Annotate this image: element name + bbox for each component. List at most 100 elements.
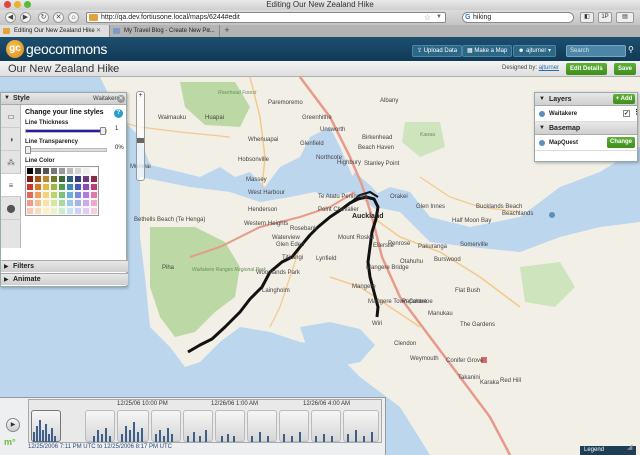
color-swatch[interactable] <box>58 207 66 215</box>
make-map-button[interactable]: ▦ Make a Map <box>462 45 513 57</box>
stop-button[interactable]: ✕ <box>53 12 64 23</box>
collapse-icon[interactable]: ▼ <box>539 93 545 106</box>
collapse-icon[interactable]: ▼ <box>539 122 545 135</box>
thickness-slider[interactable] <box>25 129 107 133</box>
color-swatch[interactable] <box>82 207 90 215</box>
tab-line-style[interactable]: ▭ <box>1 105 21 128</box>
tab-color-style[interactable]: ◑ <box>1 128 21 151</box>
color-swatch[interactable] <box>26 175 34 183</box>
tab-line-width[interactable]: ≡ <box>1 174 21 197</box>
tab-fill-style[interactable]: ⬤ <box>1 197 21 220</box>
layers-header[interactable]: ▼ Layers + Add <box>535 93 637 106</box>
play-icon[interactable]: ▶ <box>6 418 20 432</box>
color-swatch[interactable] <box>66 199 74 207</box>
color-swatch[interactable] <box>50 167 58 175</box>
color-swatch[interactable] <box>50 207 58 215</box>
color-swatch[interactable] <box>34 191 42 199</box>
color-swatch[interactable] <box>50 199 58 207</box>
color-swatch[interactable] <box>42 207 50 215</box>
layer-row[interactable]: Waitakere ✓ ⋮ <box>535 106 640 122</box>
color-swatch[interactable] <box>26 199 34 207</box>
thickness-handle[interactable] <box>99 127 106 135</box>
color-swatch[interactable] <box>66 183 74 191</box>
upload-data-button[interactable]: ⇪ Upload Data <box>412 45 463 57</box>
tab-editing-hike[interactable]: Editing Our New Zealand Hike ✕ <box>0 25 110 37</box>
search-engine-input[interactable]: G hiking <box>462 12 574 23</box>
color-swatch[interactable] <box>42 183 50 191</box>
color-swatch[interactable] <box>66 207 74 215</box>
color-swatch[interactable] <box>74 175 82 183</box>
color-swatch[interactable] <box>58 199 66 207</box>
bookmark-star-icon[interactable]: ☆ <box>424 13 431 22</box>
color-swatch[interactable] <box>50 183 58 191</box>
color-swatch[interactable] <box>50 175 58 183</box>
color-swatch[interactable] <box>26 167 34 175</box>
color-swatch[interactable] <box>26 183 34 191</box>
color-swatch[interactable] <box>82 175 90 183</box>
color-swatch[interactable] <box>66 191 74 199</box>
zoom-in-icon[interactable]: + <box>137 92 144 99</box>
color-swatch[interactable] <box>90 167 98 175</box>
window-controls[interactable] <box>4 1 31 8</box>
color-swatch[interactable] <box>66 175 74 183</box>
layer-visibility-checkbox[interactable]: ✓ <box>623 110 630 117</box>
color-swatch[interactable] <box>34 167 42 175</box>
basemap-header[interactable]: ▼ Basemap <box>535 122 637 135</box>
color-swatch[interactable] <box>58 167 66 175</box>
zoom-slider[interactable]: + <box>136 91 145 181</box>
minimize-window-icon[interactable] <box>14 1 21 8</box>
save-button[interactable]: Save <box>614 63 637 75</box>
edit-title-icon[interactable]: ✎ <box>108 64 115 73</box>
color-swatch[interactable] <box>42 191 50 199</box>
color-swatch[interactable] <box>74 191 82 199</box>
color-swatch[interactable] <box>90 183 98 191</box>
extension-icon[interactable]: ◧ <box>580 12 594 23</box>
url-bar[interactable]: http://qa.dev.fortiusone.local/maps/6244… <box>86 12 446 23</box>
color-swatch[interactable] <box>90 175 98 183</box>
edit-details-button[interactable]: Edit Details <box>566 63 607 75</box>
add-layer-button[interactable]: + Add <box>613 94 635 104</box>
tab-close-icon[interactable]: ✕ <box>206 25 211 37</box>
collapse-icon[interactable]: ▼ <box>4 95 10 101</box>
designer-link[interactable]: ajturner <box>539 65 559 71</box>
tab-travel-blog[interactable]: My Travel Blog - Create New Po... ✕ <box>110 25 220 37</box>
password-badge[interactable]: 1P <box>598 12 612 23</box>
color-swatch[interactable] <box>42 199 50 207</box>
color-swatch[interactable] <box>66 167 74 175</box>
color-swatch[interactable] <box>82 183 90 191</box>
forward-button[interactable]: ▶ <box>20 12 31 23</box>
back-button[interactable]: ◀ <box>5 12 16 23</box>
color-swatch[interactable] <box>34 199 42 207</box>
close-window-icon[interactable] <box>4 1 11 8</box>
zoom-handle[interactable] <box>137 138 144 143</box>
resize-grip-icon[interactable]: ◢ <box>627 443 632 451</box>
color-swatch[interactable] <box>26 191 34 199</box>
tab-close-icon[interactable]: ✕ <box>96 25 101 37</box>
color-swatch[interactable] <box>82 199 90 207</box>
color-swatch[interactable] <box>34 183 42 191</box>
color-swatch[interactable] <box>82 167 90 175</box>
color-swatch[interactable] <box>42 167 50 175</box>
color-swatch[interactable] <box>34 207 42 215</box>
color-swatch[interactable] <box>90 191 98 199</box>
color-swatch[interactable] <box>90 199 98 207</box>
color-swatch[interactable] <box>34 175 42 183</box>
home-button[interactable]: ⌂ <box>68 12 79 23</box>
animate-section[interactable]: ▶ Animate <box>1 273 128 285</box>
color-swatch[interactable] <box>58 191 66 199</box>
transparency-slider[interactable] <box>25 148 107 152</box>
reload-button[interactable]: ↻ <box>38 12 49 23</box>
color-swatch[interactable] <box>74 199 82 207</box>
color-swatch[interactable] <box>42 175 50 183</box>
change-basemap-button[interactable]: Change <box>607 137 635 148</box>
close-icon[interactable]: ✕ <box>117 95 125 103</box>
search-input[interactable]: Search <box>566 45 626 57</box>
geocommons-logo[interactable]: gc geocommons <box>6 40 107 58</box>
style-panel-header[interactable]: ▼ Style Waitakere ✕ <box>1 93 126 105</box>
user-menu-button[interactable]: ☻ ajturner ▾ <box>513 45 557 57</box>
zoom-window-icon[interactable] <box>24 1 31 8</box>
color-swatch[interactable] <box>82 191 90 199</box>
color-swatch[interactable] <box>74 167 82 175</box>
color-swatch[interactable] <box>50 191 58 199</box>
search-icon[interactable]: ⚲ <box>628 45 634 54</box>
